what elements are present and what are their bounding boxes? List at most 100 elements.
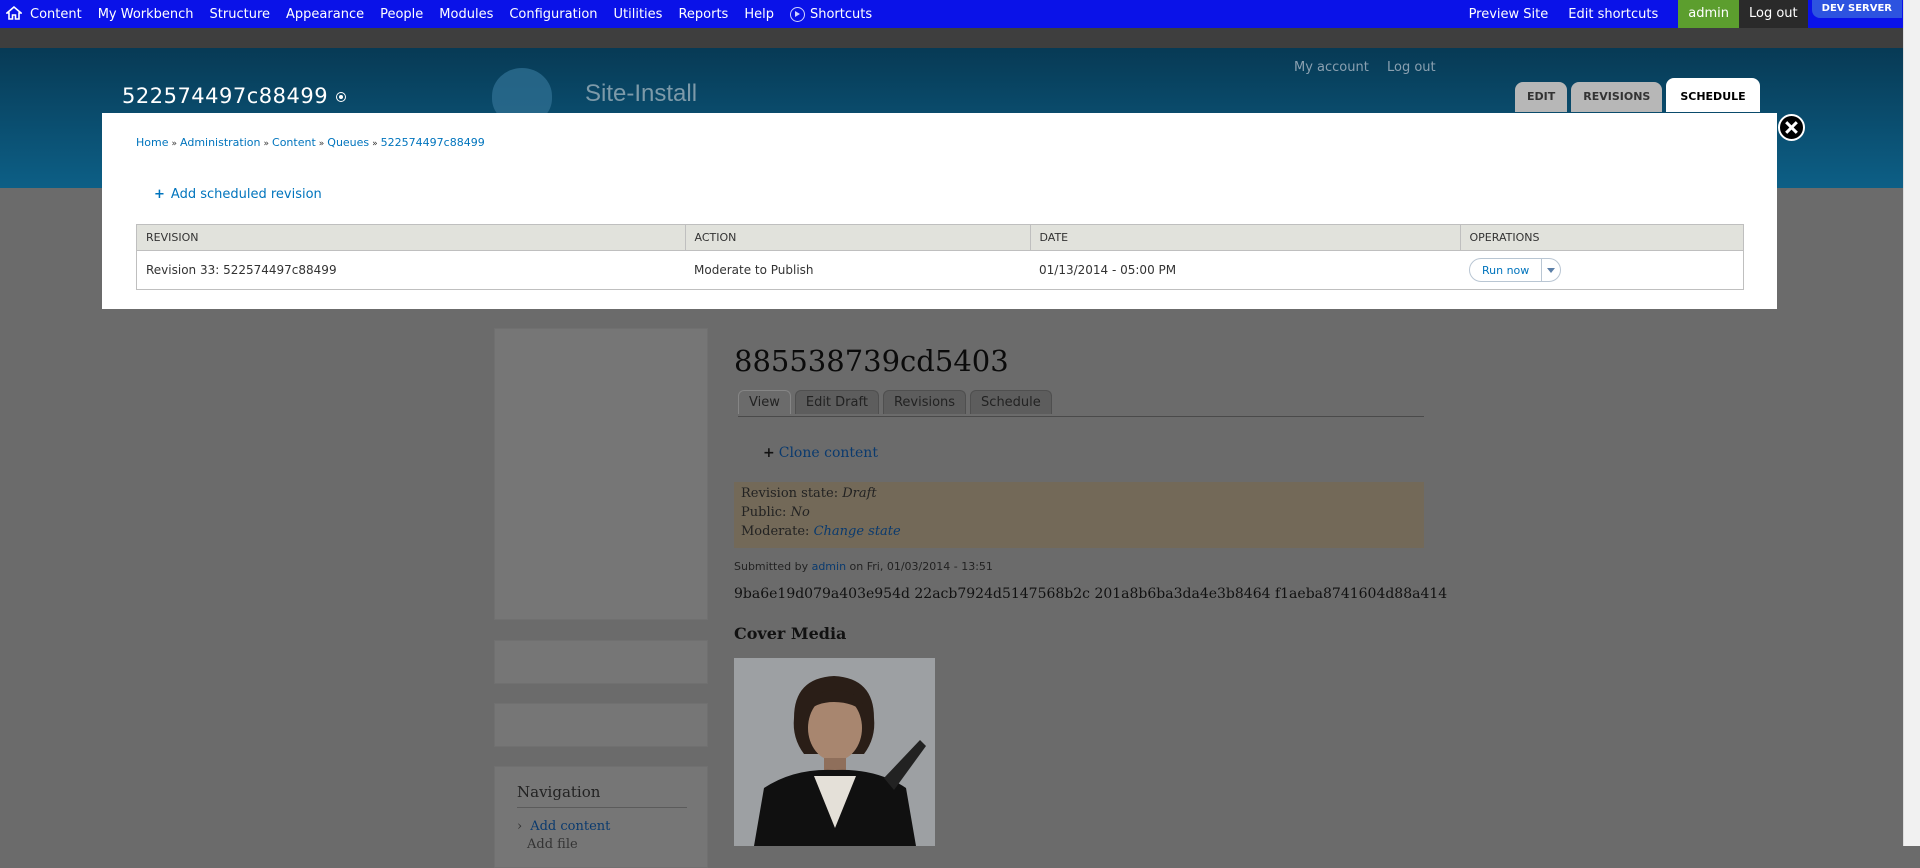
tab-edit-draft[interactable]: Edit Draft xyxy=(794,390,879,414)
nav-add-file-link[interactable]: Add file xyxy=(527,837,578,852)
moderate-line: Moderate: Change state xyxy=(741,524,901,539)
breadcrumb-administration[interactable]: Administration xyxy=(180,136,261,149)
table-header-row: REVISION ACTION DATE OPERATIONS xyxy=(136,224,1744,251)
admin-toolbar: Content My Workbench Structure Appearanc… xyxy=(0,0,1920,28)
cover-media-image[interactable] xyxy=(734,658,935,846)
column-header-revision[interactable]: REVISION xyxy=(136,224,686,251)
content-tabs: View Edit Draft Revisions Schedule xyxy=(738,390,1056,414)
header-logout-link[interactable]: Log out xyxy=(1387,60,1436,75)
add-scheduled-revision-label: Add scheduled revision xyxy=(170,187,322,202)
toolbar-item-my-workbench[interactable]: My Workbench xyxy=(98,7,194,22)
breadcrumb-separator: » xyxy=(372,139,378,149)
breadcrumb-content[interactable]: Content xyxy=(272,136,316,149)
add-scheduled-revision-link[interactable]: + Add scheduled revision xyxy=(154,187,322,202)
table-row: Revision 33: 522574497c88499 Moderate to… xyxy=(137,251,1744,290)
toolbar-item-configuration[interactable]: Configuration xyxy=(509,7,597,22)
sidebar-block xyxy=(494,703,708,747)
toolbar-menu: Content My Workbench Structure Appearanc… xyxy=(30,0,888,28)
user-account-link[interactable]: admin xyxy=(1678,0,1739,28)
navigation-title: Navigation xyxy=(517,783,601,801)
plus-icon: + xyxy=(154,187,165,202)
close-overlay-icon[interactable] xyxy=(1778,114,1805,141)
nav-add-content-link[interactable]: Add content xyxy=(517,819,610,834)
navigation-divider xyxy=(517,807,687,808)
page-title: 885538739cd5403 xyxy=(734,344,1009,378)
sidebar-block xyxy=(494,328,708,620)
overlay-title-text: 522574497c88499 xyxy=(122,84,329,108)
run-now-button[interactable]: Run now xyxy=(1470,264,1541,277)
toolbar-logout-link[interactable]: Log out xyxy=(1738,0,1808,28)
toolbar-item-reports[interactable]: Reports xyxy=(678,7,728,22)
submitted-info: Submitted by admin on Fri, 01/03/2014 - … xyxy=(734,560,993,573)
change-state-link[interactable]: Change state xyxy=(814,524,901,539)
sidebar-block xyxy=(494,640,708,684)
revision-state-line: Revision state: Draft xyxy=(741,486,877,501)
revision-state-label: Revision state: xyxy=(741,486,839,501)
toolbar-item-people[interactable]: People xyxy=(380,7,423,22)
toolbar-item-appearance[interactable]: Appearance xyxy=(286,7,364,22)
window-scrollbar[interactable] xyxy=(1903,0,1920,846)
tab-page-revisions[interactable]: Revisions xyxy=(882,390,967,414)
preview-site-link[interactable]: Preview Site xyxy=(1469,7,1549,22)
scheduled-revisions-table: REVISION ACTION DATE OPERATIONS Revision… xyxy=(136,224,1744,290)
clone-content-label: Clone content xyxy=(778,445,878,461)
cell-revision: Revision 33: 522574497c88499 xyxy=(146,263,337,277)
body-text: 9ba6e19d079a403e954d 22acb7924d5147568b2… xyxy=(734,586,1448,602)
tab-view[interactable]: View xyxy=(738,390,791,414)
clone-content-link[interactable]: + Clone content xyxy=(763,445,878,461)
public-line: Public: No xyxy=(741,505,810,520)
column-header-date[interactable]: DATE xyxy=(1029,224,1461,251)
toolbar-item-modules[interactable]: Modules xyxy=(439,7,493,22)
submitted-date: on Fri, 01/03/2014 - 13:51 xyxy=(849,560,993,573)
moderate-label: Moderate: xyxy=(741,524,810,539)
toolbar-item-help[interactable]: Help xyxy=(744,7,774,22)
breadcrumb: Home» Administration» Content» Queues» 52257… xyxy=(136,136,485,149)
toolbar-item-shortcuts[interactable]: Shortcuts xyxy=(789,6,873,22)
toolbar-item-content[interactable]: Content xyxy=(30,7,82,22)
breadcrumb-separator: » xyxy=(263,139,270,149)
submitted-by-label: Submitted by xyxy=(734,560,809,573)
my-account-link[interactable]: My account xyxy=(1294,60,1369,75)
cell-operations: Run now xyxy=(1460,251,1744,290)
home-icon[interactable] xyxy=(6,5,22,21)
cell-action: Moderate to Publish xyxy=(694,263,814,277)
toolbar-right: Preview Site Edit shortcuts admin Log ou… xyxy=(1469,0,1920,28)
secondary-menu: My account Log out xyxy=(1294,60,1450,75)
breadcrumb-separator: » xyxy=(171,139,177,149)
revision-state-value: Draft xyxy=(842,486,877,501)
column-header-action[interactable]: ACTION xyxy=(684,224,1031,251)
tab-page-schedule[interactable]: Schedule xyxy=(970,390,1052,414)
breadcrumb-queues[interactable]: Queues xyxy=(327,136,369,149)
breadcrumb-home[interactable]: Home xyxy=(136,136,168,149)
cover-photo-graphic xyxy=(734,658,935,846)
shortcuts-label: Shortcuts xyxy=(809,6,873,22)
shortcuts-toggle-icon xyxy=(789,6,805,22)
edit-shortcuts-link[interactable]: Edit shortcuts xyxy=(1568,7,1658,22)
overlay-tabs: EDIT REVISIONS SCHEDULE xyxy=(1515,78,1764,112)
tabs-divider xyxy=(738,416,1424,417)
cover-media-title: Cover Media xyxy=(734,624,847,643)
site-name[interactable]: Site-Install xyxy=(585,80,697,108)
breadcrumb-separator: » xyxy=(318,139,325,149)
breadcrumb-node[interactable]: 522574497c88499 xyxy=(381,136,485,149)
shortcut-bar xyxy=(0,28,1904,48)
cell-date: 01/13/2014 - 05:00 PM xyxy=(1039,263,1177,277)
toolbar-item-structure[interactable]: Structure xyxy=(210,7,270,22)
public-label: Public: xyxy=(741,505,787,520)
tab-schedule[interactable]: SCHEDULE xyxy=(1666,78,1760,112)
moderation-status-box: Revision state: Draft Public: No Moderat… xyxy=(734,482,1424,548)
public-value: No xyxy=(790,505,810,520)
tab-revisions[interactable]: REVISIONS xyxy=(1571,82,1663,112)
navigation-block: Navigation Add content Add file xyxy=(494,766,708,868)
run-now-dropbutton: Run now xyxy=(1469,258,1562,282)
shortcut-add-icon[interactable] xyxy=(336,92,347,102)
author-link[interactable]: admin xyxy=(812,560,846,573)
overlay-title: 522574497c88499 xyxy=(122,84,347,108)
plus-icon: + xyxy=(763,445,775,461)
toolbar-item-utilities[interactable]: Utilities xyxy=(614,7,663,22)
tab-edit[interactable]: EDIT xyxy=(1515,82,1568,112)
environment-badge: DEV SERVER xyxy=(1811,0,1902,18)
column-header-operations: OPERATIONS xyxy=(1459,224,1744,251)
dropdown-arrow-icon[interactable] xyxy=(1541,259,1560,281)
schedule-overlay: Home» Administration» Content» Queues» 52257… xyxy=(102,113,1777,309)
